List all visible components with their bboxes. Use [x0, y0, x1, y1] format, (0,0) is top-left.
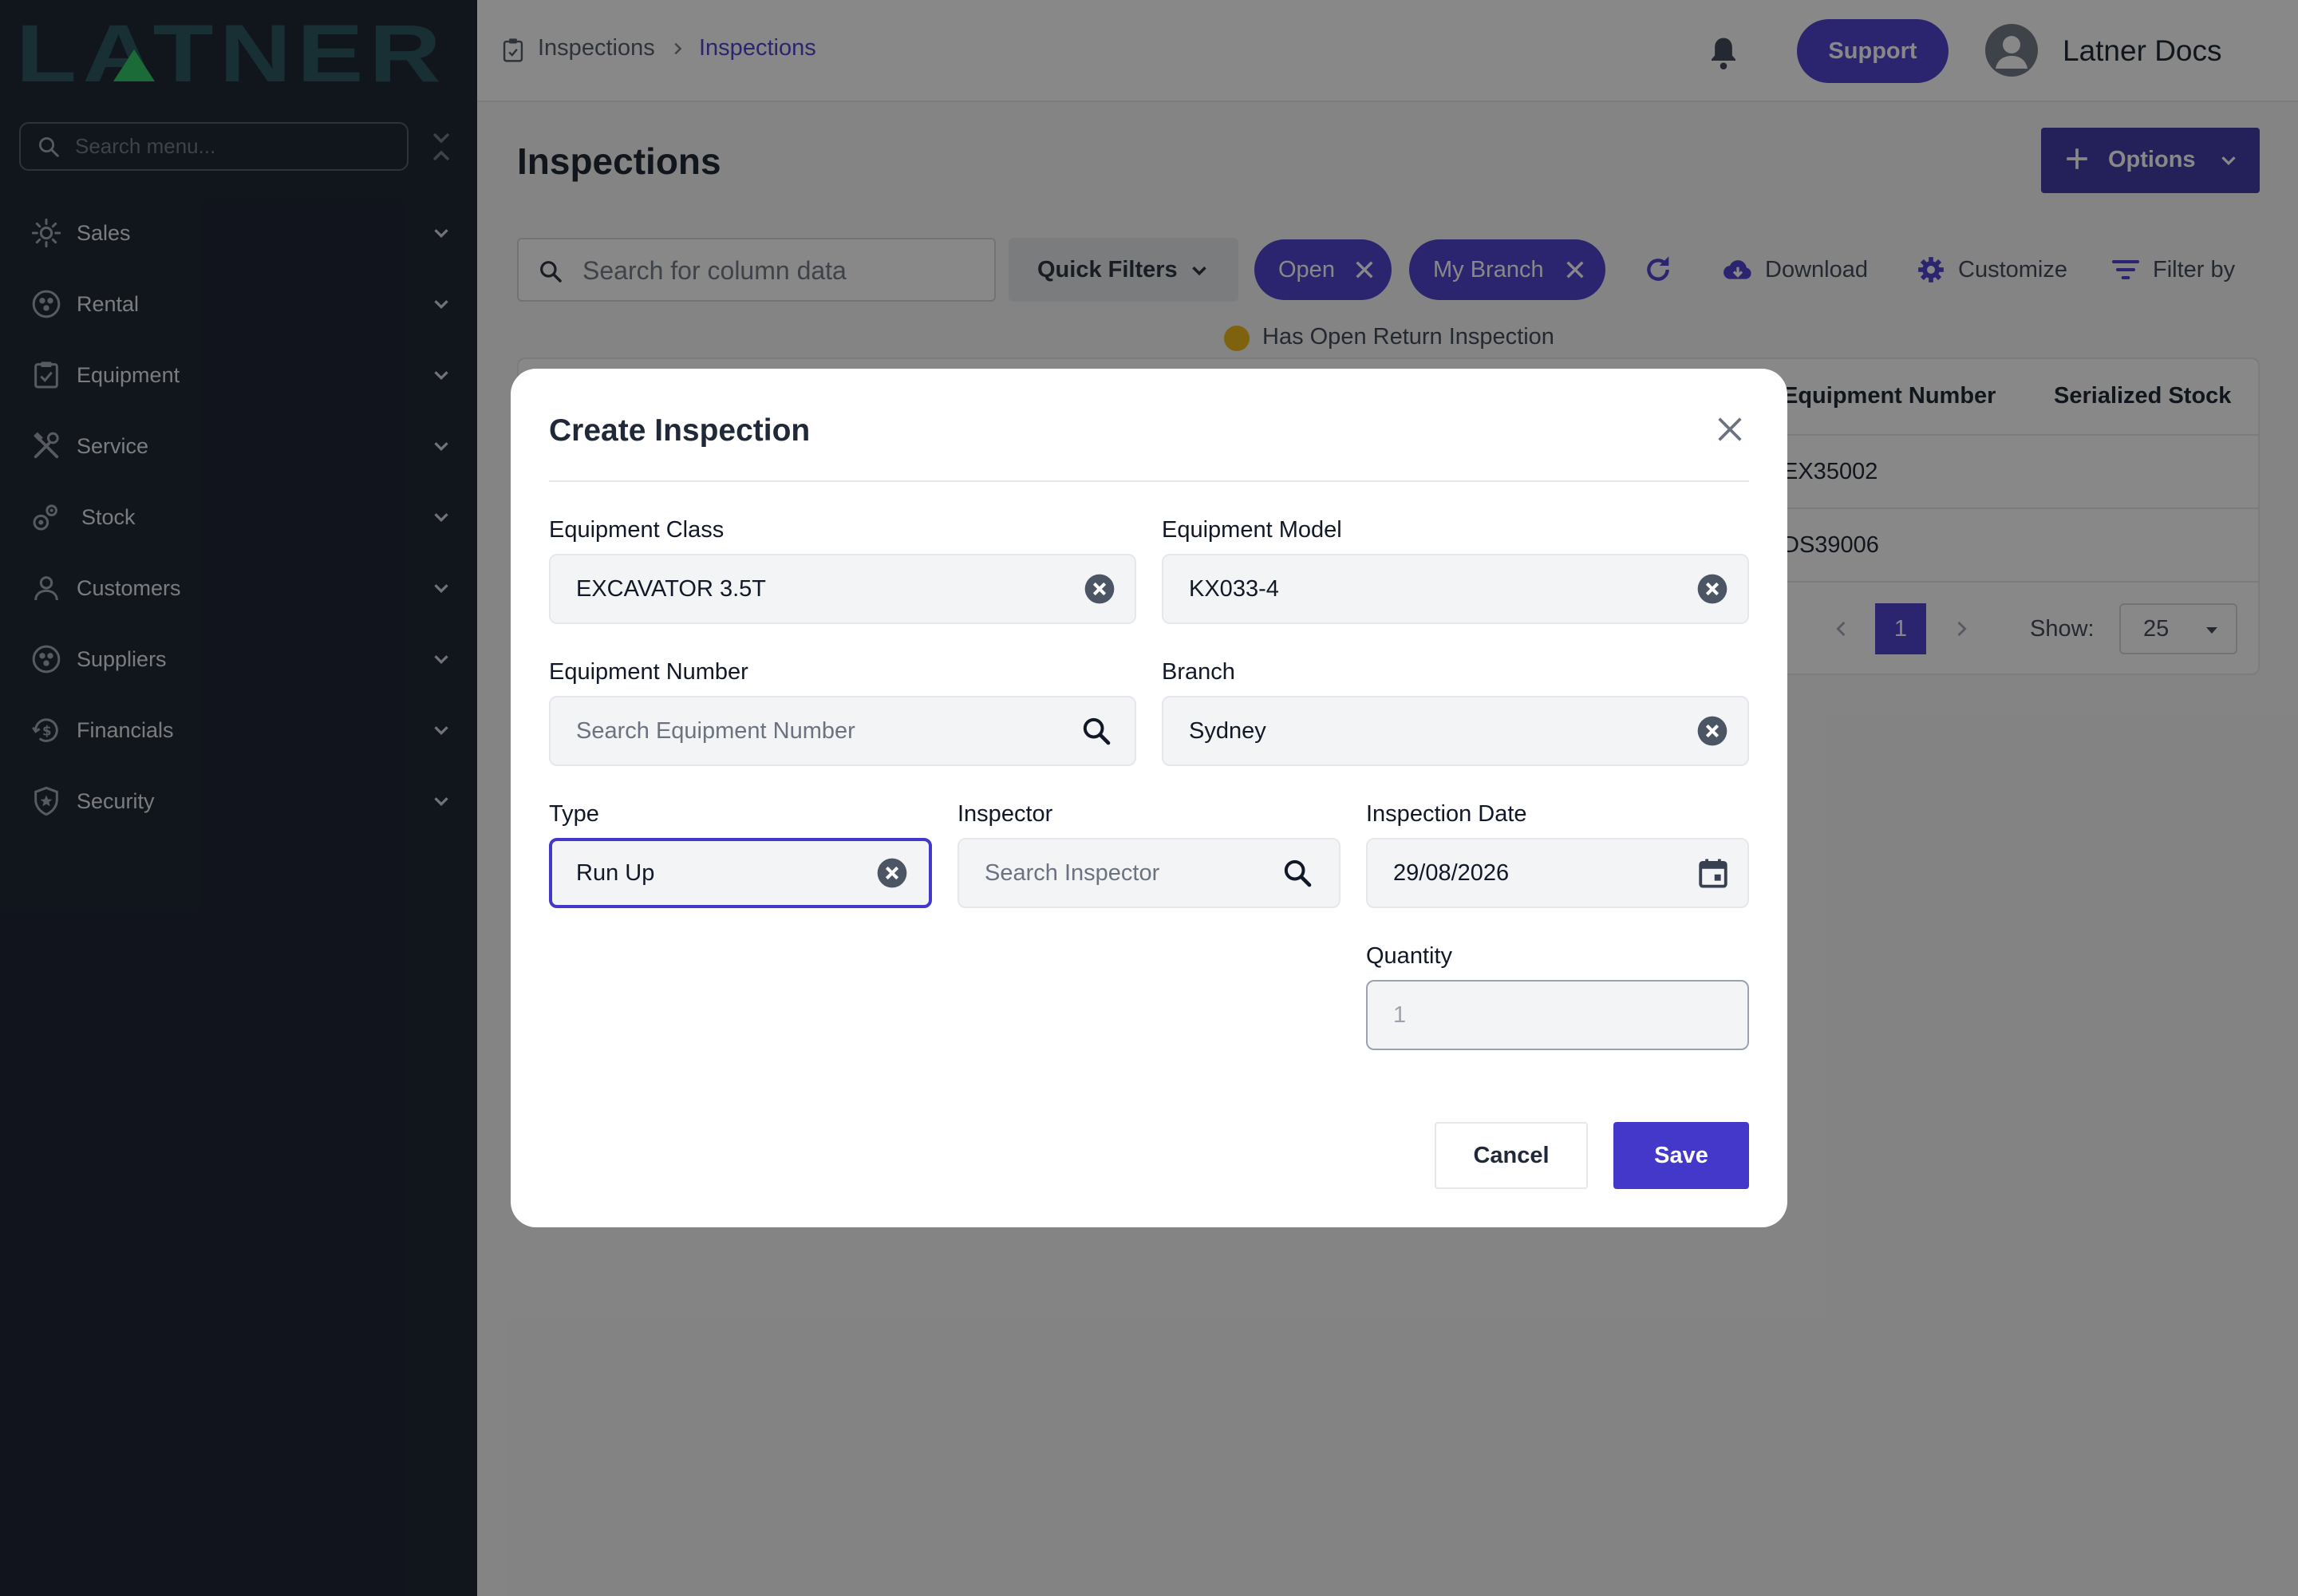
calendar-icon[interactable]: [1696, 856, 1730, 890]
equipment-class-value: EXCAVATOR 3.5T: [576, 575, 766, 602]
equipment-number-field[interactable]: Search Equipment Number: [549, 696, 1136, 766]
inspector-field[interactable]: Search Inspector: [958, 838, 1340, 908]
dialog-divider: [549, 480, 1749, 482]
clear-icon[interactable]: [1696, 573, 1728, 605]
page: LATNER Sales Rental Equipment: [0, 0, 2298, 1596]
search-icon[interactable]: [1281, 857, 1313, 889]
inspector-placeholder: Search Inspector: [985, 859, 1160, 886]
clear-icon[interactable]: [876, 857, 908, 889]
inspection-date-value: 29/08/2026: [1393, 859, 1510, 886]
equipment-number-placeholder: Search Equipment Number: [576, 717, 855, 744]
inspection-date-field[interactable]: 29/08/2026: [1366, 838, 1749, 908]
branch-label: Branch: [1162, 659, 1235, 685]
quantity-value: 1: [1393, 1001, 1407, 1028]
quantity-field[interactable]: 1: [1366, 980, 1749, 1050]
equipment-model-field[interactable]: KX033-4: [1162, 554, 1749, 624]
equipment-class-field[interactable]: EXCAVATOR 3.5T: [549, 554, 1136, 624]
cancel-button[interactable]: Cancel: [1435, 1122, 1588, 1189]
equipment-model-label: Equipment Model: [1162, 517, 1342, 543]
type-field[interactable]: Run Up: [549, 838, 932, 908]
clear-icon[interactable]: [1696, 715, 1728, 747]
equipment-number-label: Equipment Number: [549, 659, 748, 685]
clear-icon[interactable]: [1084, 573, 1115, 605]
type-label: Type: [549, 801, 599, 827]
inspector-label: Inspector: [958, 801, 1053, 827]
type-value: Run Up: [576, 859, 655, 886]
branch-value: Sydney: [1189, 717, 1266, 744]
create-inspection-dialog: Create Inspection Equipment Class EXCAVA…: [511, 369, 1787, 1227]
inspection-date-label: Inspection Date: [1366, 801, 1527, 827]
equipment-model-value: KX033-4: [1189, 575, 1279, 602]
search-icon[interactable]: [1080, 715, 1112, 747]
branch-field[interactable]: Sydney: [1162, 696, 1749, 766]
save-button[interactable]: Save: [1613, 1122, 1749, 1189]
quantity-label: Quantity: [1366, 943, 1452, 969]
close-icon[interactable]: [1714, 413, 1746, 445]
equipment-class-label: Equipment Class: [549, 517, 725, 543]
dialog-title: Create Inspection: [549, 413, 811, 448]
